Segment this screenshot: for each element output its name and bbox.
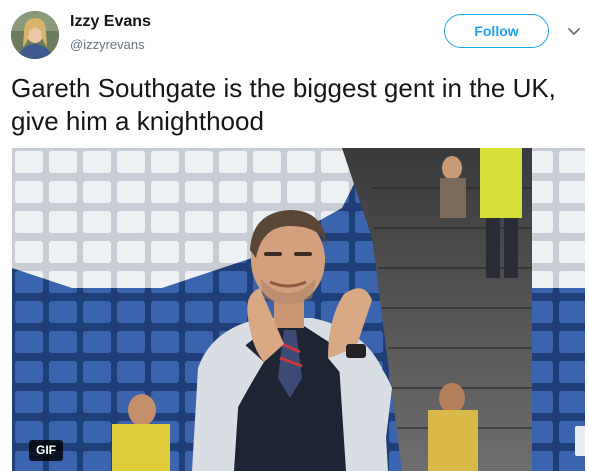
tweet-card: Izzy Evans @izzyrevans Follow Gareth Sou… (0, 0, 589, 471)
user-handle[interactable]: @izzyrevans (70, 37, 145, 53)
carousel-next-handle[interactable] (575, 426, 585, 456)
avatar[interactable] (11, 11, 59, 59)
display-name[interactable]: Izzy Evans (70, 12, 151, 32)
gif-media[interactable]: GIF (12, 148, 585, 471)
gif-frame-image (12, 148, 585, 471)
follow-button[interactable]: Follow (444, 14, 549, 48)
chevron-down-icon (568, 28, 580, 35)
more-options-button[interactable] (566, 24, 582, 40)
avatar-image (11, 11, 59, 59)
gif-badge: GIF (29, 440, 63, 461)
tweet-text: Gareth Southgate is the biggest gent in … (11, 73, 556, 136)
